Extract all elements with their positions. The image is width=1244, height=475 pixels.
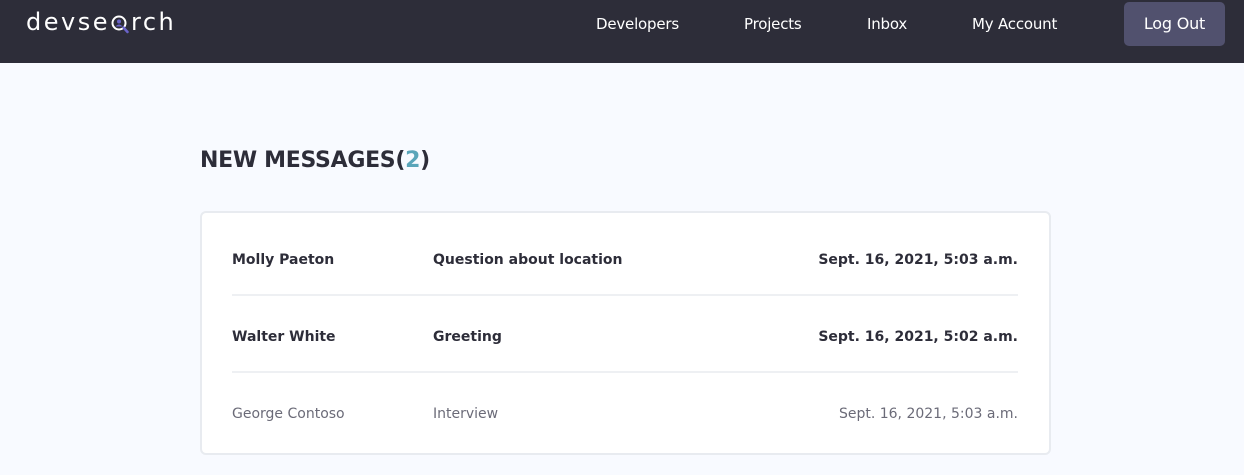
message-list: Molly Paeton Question about location Sep… (200, 211, 1051, 455)
message-date: Sept. 16, 2021, 5:03 a.m. (818, 252, 1018, 268)
logout-button[interactable]: Log Out (1124, 2, 1225, 46)
page-title-text: NEW MESSAGES( (200, 148, 406, 173)
message-sender: Molly Paeton (232, 252, 335, 268)
message-subject: Question about location (433, 252, 623, 268)
nav-developers[interactable]: Developers (596, 14, 679, 34)
message-date: Sept. 16, 2021, 5:02 a.m. (818, 329, 1018, 345)
nav-inbox[interactable]: Inbox (867, 14, 907, 34)
message-subject: Greeting (433, 329, 502, 345)
message-row[interactable]: Molly Paeton Question about location Sep… (232, 219, 1018, 296)
unread-count: 2 (405, 148, 421, 173)
message-sender: Walter White (232, 329, 336, 345)
page-title-close: ) (420, 148, 430, 173)
message-subject: Interview (433, 406, 499, 422)
message-date: Sept. 16, 2021, 5:03 a.m. (838, 406, 1018, 422)
message-sender: George Contoso (232, 406, 345, 422)
logo-text-suffix: rch (130, 8, 177, 36)
logo-text-prefix: devse (26, 8, 110, 36)
logo[interactable]: devse rch (26, 5, 176, 39)
message-row[interactable]: George Contoso Interview Sept. 16, 2021,… (232, 373, 1018, 450)
magnifier-person-icon (111, 11, 129, 34)
top-navbar: devse rch Developers Projects Inbox My A… (0, 0, 1244, 63)
page-title: NEW MESSAGES(2) (200, 145, 430, 177)
message-row[interactable]: Walter White Greeting Sept. 16, 2021, 5:… (232, 296, 1018, 373)
nav-projects[interactable]: Projects (744, 14, 802, 34)
nav-my-account[interactable]: My Account (972, 14, 1057, 34)
